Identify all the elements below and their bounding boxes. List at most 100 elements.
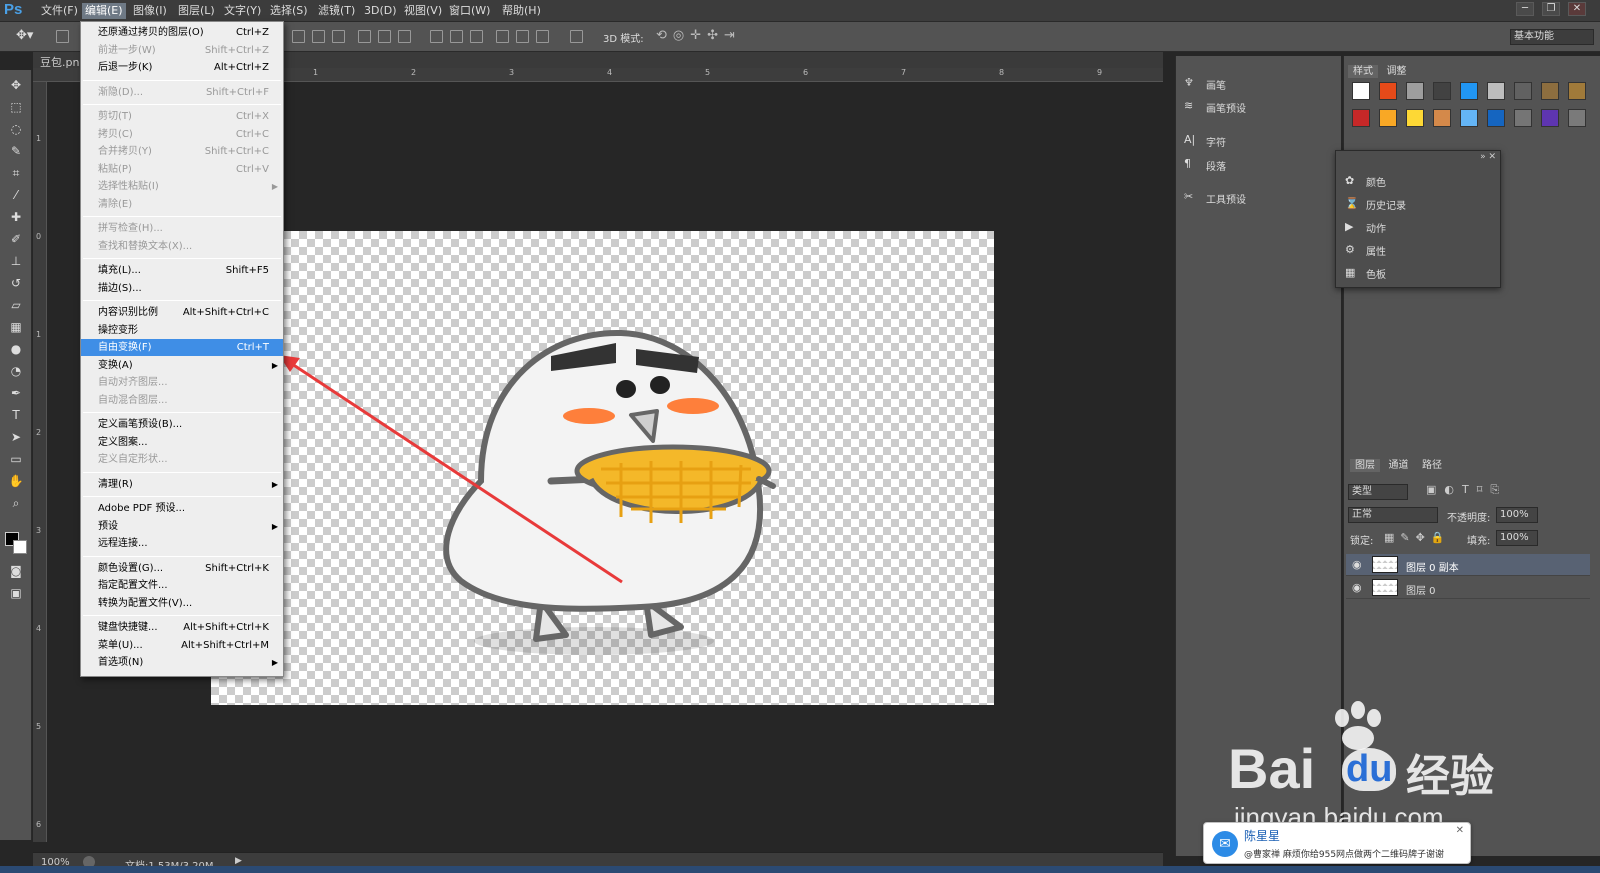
tab-paths[interactable]: 路径 [1417, 459, 1447, 472]
brush-preset-icon[interactable]: ≋ [1184, 99, 1198, 112]
edit-menu-item[interactable]: 描边(S)... [81, 280, 283, 297]
blend-mode-select[interactable]: 正常 [1348, 507, 1438, 523]
edit-menu-item[interactable]: 颜色设置(G)... Shift+Ctrl+K [81, 560, 283, 577]
style-swatch[interactable] [1514, 82, 1532, 100]
menu-item-label: 颜色设置(G)... [98, 562, 164, 574]
menu-separator [83, 555, 281, 557]
edit-menu-item[interactable]: Adobe PDF 预设... [81, 500, 283, 517]
style-swatch[interactable] [1406, 82, 1424, 100]
edit-menu-item[interactable]: 键盘快捷键... Alt+Shift+Ctrl+K [81, 619, 283, 636]
panel-brush[interactable]: 画笔 [1206, 77, 1226, 92]
edit-menu-item[interactable]: 首选项(N) ▶ [81, 654, 283, 671]
edit-menu-item[interactable]: 内容识别比例 Alt+Shift+Ctrl+C [81, 304, 283, 321]
edit-menu-item: 自动混合图层... [81, 392, 283, 409]
menu-item-label: 填充(L)... [98, 265, 141, 276]
panel-swatches[interactable]: 色板 [1366, 266, 1386, 281]
panel-history[interactable]: 历史记录 [1366, 197, 1406, 212]
style-swatch[interactable] [1433, 109, 1451, 127]
paragraph-icon[interactable]: ¶ [1184, 157, 1198, 170]
color-palette-icon[interactable]: ✿ [1345, 174, 1359, 187]
history-icon[interactable]: ⌛ [1345, 197, 1359, 210]
style-swatch[interactable] [1568, 109, 1586, 127]
style-swatch[interactable] [1487, 82, 1505, 100]
character-icon[interactable]: A| [1184, 133, 1198, 146]
edit-menu-item[interactable]: 清理(R) ▶ [81, 476, 283, 493]
style-swatch[interactable] [1541, 82, 1559, 100]
panel-character[interactable]: 字符 [1206, 134, 1226, 149]
style-swatch[interactable] [1460, 82, 1478, 100]
style-swatch[interactable] [1352, 82, 1370, 100]
chat-notification[interactable]: ✉ 陈星星 @曹家禅 麻烦你给955网点做两个二维码牌子谢谢 ✕ [1203, 822, 1471, 864]
visibility-eye-icon[interactable]: ◉ [1352, 558, 1362, 571]
tab-adjustments[interactable]: 调整 [1382, 65, 1412, 78]
lock-label: 锁定: [1350, 536, 1374, 547]
panel-color[interactable]: 颜色 [1366, 174, 1386, 189]
tab-layers[interactable]: 图层 [1350, 459, 1380, 472]
style-swatch[interactable] [1568, 82, 1586, 100]
edit-menu-item: 清除(E) [81, 196, 283, 213]
layer-name[interactable]: 图层 0 副本 [1406, 559, 1459, 574]
style-swatch[interactable] [1460, 109, 1478, 127]
baidu-watermark: Bai du 经验 jingyan.baidu.com [1228, 700, 1528, 840]
edit-menu-item[interactable]: 定义图案... [81, 434, 283, 451]
edit-menu-item[interactable]: 远程连接... [81, 535, 283, 552]
menu-separator [83, 258, 281, 259]
style-swatch[interactable] [1406, 109, 1424, 127]
style-swatch[interactable] [1379, 82, 1397, 100]
edit-menu-item[interactable]: 指定配置文件... [81, 577, 283, 594]
watermark-brand-du: du [1342, 748, 1397, 791]
edit-menu-item[interactable]: 后退一步(K) Alt+Ctrl+Z [81, 59, 283, 76]
tool-preset-icon[interactable]: ✂ [1184, 190, 1198, 203]
edit-menu-item: 拼写检查(H)... [81, 220, 283, 237]
lock-icons[interactable]: ▦✎✥🔒 [1384, 531, 1451, 544]
layer-filter-icons[interactable]: ▣◐T⌑⎘ [1426, 483, 1507, 497]
properties-icon[interactable]: ⚙ [1345, 243, 1359, 256]
menu-item-label: 后退一步(K) [98, 62, 153, 73]
actions-play-icon[interactable]: ▶ [1345, 220, 1359, 233]
style-swatch[interactable] [1352, 109, 1370, 127]
panel-brush-presets[interactable]: 画笔预设 [1206, 100, 1246, 115]
style-swatch[interactable] [1433, 82, 1451, 100]
panel-properties[interactable]: 属性 [1366, 243, 1386, 258]
style-swatch[interactable] [1541, 109, 1559, 127]
edit-menu-item[interactable]: 变换(A) ▶ [81, 357, 283, 374]
panel-paragraph[interactable]: 段落 [1206, 158, 1226, 173]
layer-filter-select[interactable]: 类型 [1348, 484, 1408, 500]
edit-menu-item[interactable]: 自由变换(F) Ctrl+T [81, 339, 283, 356]
opacity-input[interactable]: 100% [1496, 507, 1538, 523]
menu-item-shortcut: Ctrl+Z [235, 27, 269, 38]
watermark-brand: Bai [1228, 737, 1316, 800]
status-arrow-icon[interactable]: ▶ [235, 856, 242, 866]
panel-close-icon[interactable]: » ✕ [1480, 152, 1496, 162]
menu-item-label: 定义画笔预设(B)... [98, 419, 183, 430]
menu-item-label: 菜单(U)... [98, 639, 143, 651]
notification-close-icon[interactable]: ✕ [1456, 825, 1464, 836]
menu-item-shortcut: Ctrl+X [235, 111, 269, 122]
menu-item-label: 合并拷贝(Y) [98, 146, 152, 157]
style-swatch[interactable] [1514, 109, 1532, 127]
layer-row[interactable]: ◉ 图层 0 [1346, 577, 1590, 599]
edit-menu-item[interactable]: 预设 ▶ [81, 518, 283, 535]
edit-menu-item[interactable]: 操控变形 [81, 322, 283, 339]
menu-item-label: 渐隐(D)... [98, 86, 144, 98]
edit-menu-item: 定义自定形状... [81, 451, 283, 468]
style-swatch[interactable] [1379, 109, 1397, 127]
submenu-arrow-icon: ▶ [271, 479, 278, 489]
layer-row[interactable]: ◉ 图层 0 副本 [1346, 554, 1590, 576]
panel-actions[interactable]: 动作 [1366, 220, 1386, 235]
edit-menu-item[interactable]: 转换为配置文件(V)... [81, 595, 283, 612]
menu-item-shortcut: Ctrl+T [236, 342, 269, 353]
panel-tool-presets[interactable]: 工具预设 [1206, 191, 1246, 206]
tab-channels[interactable]: 通道 [1384, 459, 1414, 472]
visibility-eye-icon[interactable]: ◉ [1352, 581, 1362, 594]
edit-menu-item[interactable]: 填充(L)... Shift+F5 [81, 262, 283, 279]
tab-styles[interactable]: 样式 [1348, 65, 1378, 78]
edit-menu-item[interactable]: 定义画笔预设(B)... [81, 416, 283, 433]
brush-icon[interactable]: ♆ [1184, 76, 1198, 89]
style-swatch[interactable] [1487, 109, 1505, 127]
layer-name[interactable]: 图层 0 [1406, 582, 1436, 597]
swatches-grid-icon[interactable]: ▦ [1345, 266, 1359, 279]
edit-menu-item[interactable]: 还原通过拷贝的图层(O) Ctrl+Z [81, 24, 283, 41]
edit-menu-item[interactable]: 菜单(U)... Alt+Shift+Ctrl+M [81, 637, 283, 654]
fill-input[interactable]: 100% [1496, 530, 1538, 546]
